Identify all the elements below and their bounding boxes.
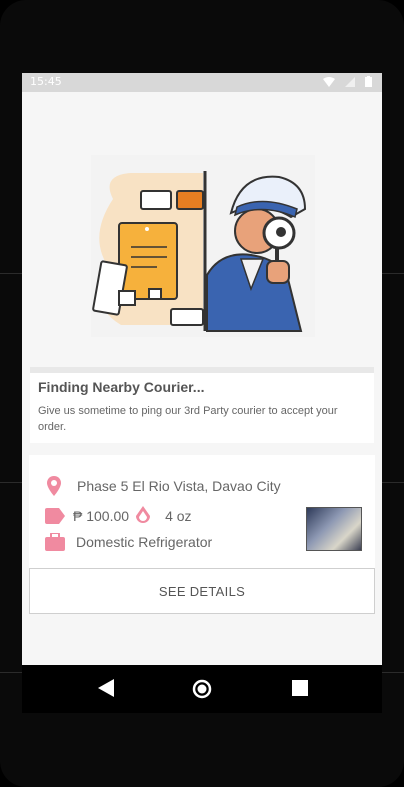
item-thumbnail[interactable] <box>306 507 362 551</box>
price-weight-row: ₱ 100.00 4 oz <box>45 506 192 525</box>
app-screen: 15:45 Finding Nearby Courier... Give us … <box>22 73 382 665</box>
searching-title: Finding Nearby Courier... <box>38 379 205 395</box>
detective-illustration <box>91 155 315 337</box>
status-bar: 15:45 <box>22 73 382 92</box>
briefcase-icon <box>45 533 65 551</box>
item-row: Domestic Refrigerator <box>45 533 212 551</box>
order-card: Phase 5 El Rio Vista, Davao City ₱ 100.0… <box>29 455 375 614</box>
price-text: ₱ 100.00 <box>73 507 130 524</box>
status-time: 15:45 <box>30 75 62 88</box>
signal-icon <box>345 76 355 87</box>
phone-frame: 15:45 Finding Nearby Courier... Give us … <box>0 0 404 787</box>
weight-drop-icon <box>136 506 151 523</box>
searching-message: Give us sometime to ping our 3rd Party c… <box>38 405 338 433</box>
item-text: Domestic Refrigerator <box>76 534 213 550</box>
address-text: Phase 5 El Rio Vista, Davao City <box>77 478 281 494</box>
weight-text: 4 oz <box>165 507 192 524</box>
recents-icon[interactable] <box>292 680 308 696</box>
address-row: Phase 5 El Rio Vista, Davao City <box>47 476 281 496</box>
android-nav-bar <box>22 665 382 713</box>
see-details-button[interactable]: SEE DETAILS <box>29 568 375 614</box>
price-tag-icon <box>45 507 65 524</box>
wifi-icon <box>323 76 335 87</box>
battery-icon <box>365 76 372 87</box>
back-icon[interactable] <box>98 679 114 697</box>
location-pin-icon <box>47 476 61 496</box>
searching-card: Finding Nearby Courier... Give us someti… <box>30 367 374 443</box>
home-icon[interactable] <box>192 679 212 699</box>
